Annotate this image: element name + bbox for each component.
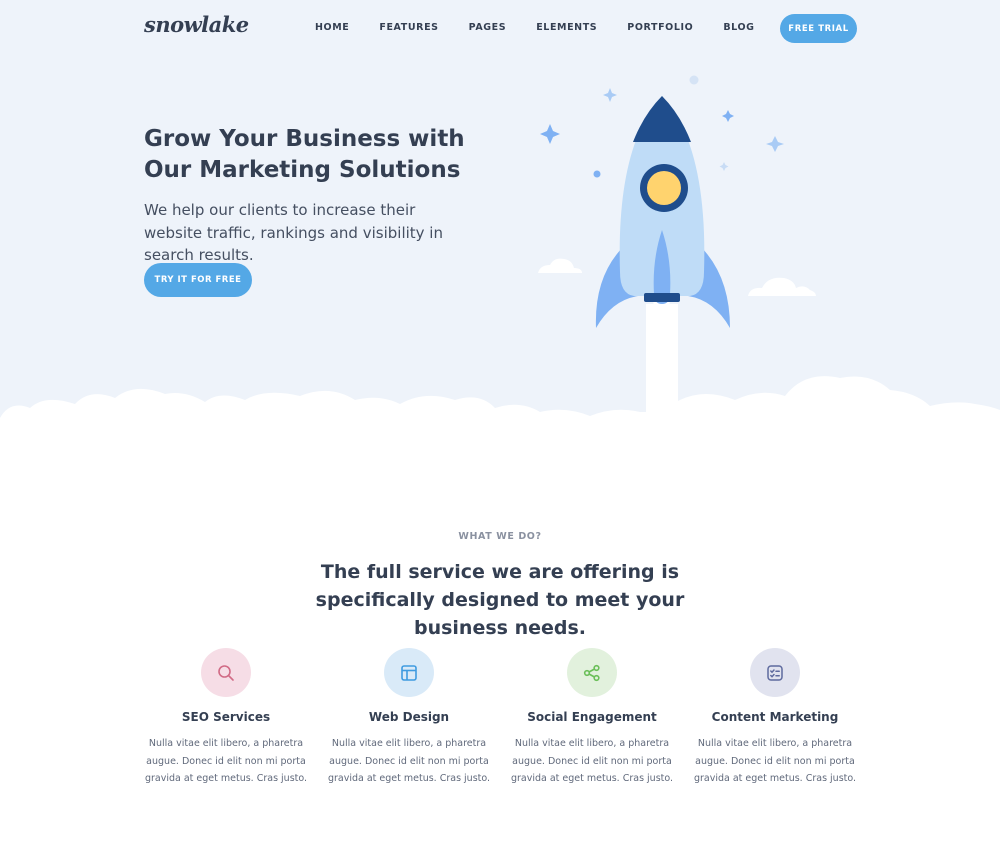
services-grid: SEO Services Nulla vitae elit libero, a … bbox=[136, 648, 866, 798]
search-icon bbox=[201, 648, 251, 697]
service-description: Nulla vitae elit libero, a pharetra augu… bbox=[327, 738, 491, 784]
service-name: Content Marketing bbox=[711, 710, 839, 724]
service-description: Nulla vitae elit libero, a pharetra augu… bbox=[510, 738, 674, 784]
share-icon bbox=[567, 648, 617, 697]
hero-subtitle: We help our clients to increase their we… bbox=[144, 201, 443, 264]
cloud-border bbox=[0, 376, 1000, 440]
browser-layout-icon bbox=[384, 648, 434, 697]
checklist-icon bbox=[750, 648, 800, 697]
nav-item-elements[interactable]: ELEMENTS bbox=[536, 22, 597, 33]
free-trial-button[interactable]: FREE TRIAL bbox=[780, 14, 857, 43]
service-name: Social Engagement bbox=[527, 710, 657, 724]
service-description: Nulla vitae elit libero, a pharetra augu… bbox=[144, 738, 308, 784]
nav-menu: HOME FEATURES PAGES ELEMENTS PORTFOLIO B… bbox=[315, 22, 755, 33]
hero-section: snowlake HOME FEATURES PAGES ELEMENTS PO… bbox=[0, 0, 1000, 440]
service-name: SEO Services bbox=[181, 710, 271, 724]
nav-item-pages[interactable]: PAGES bbox=[469, 22, 507, 33]
nav-item-features[interactable]: FEATURES bbox=[379, 22, 438, 33]
nav-item-portfolio[interactable]: PORTFOLIO bbox=[627, 22, 693, 33]
section-eyebrow: WHAT WE DO? bbox=[458, 531, 542, 542]
nav-item-blog[interactable]: BLOG bbox=[723, 22, 754, 33]
navbar: snowlake HOME FEATURES PAGES ELEMENTS PO… bbox=[0, 0, 1000, 58]
service-name: Web Design bbox=[368, 710, 450, 724]
hero-title: Grow Your Business with Our Marketing So… bbox=[144, 126, 465, 183]
cloud-decoration bbox=[748, 277, 816, 296]
logo[interactable]: snowlake bbox=[144, 12, 249, 37]
service-description: Nulla vitae elit libero, a pharetra augu… bbox=[693, 738, 857, 784]
nav-item-home[interactable]: HOME bbox=[315, 22, 349, 33]
section-title: The full service we are offering is spec… bbox=[315, 561, 685, 639]
try-it-free-button[interactable]: TRY IT FOR FREE bbox=[144, 263, 252, 297]
cloud-decoration bbox=[538, 258, 582, 273]
